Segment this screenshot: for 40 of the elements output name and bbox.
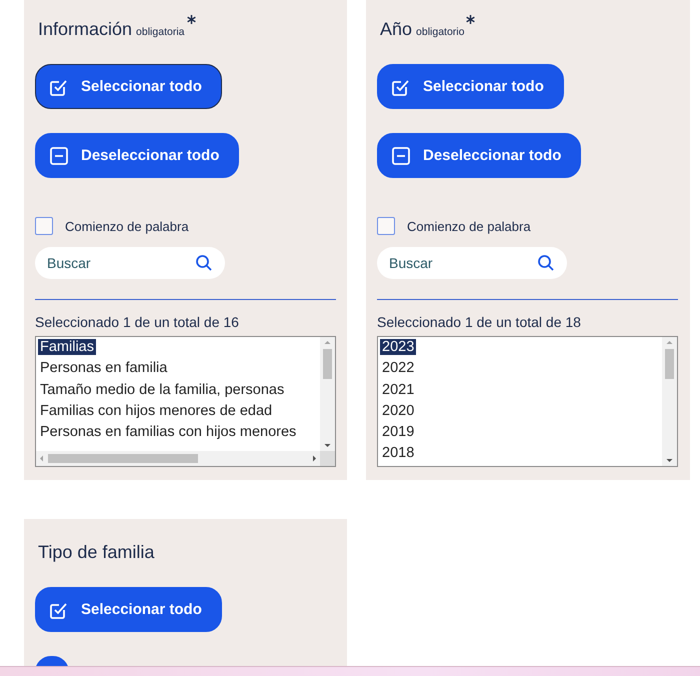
select-all-button[interactable]: Seleccionar todo — [377, 64, 564, 109]
selection-count: Seleccionado 1 de un total de 16 — [35, 314, 239, 330]
list-option[interactable]: 2022 — [380, 358, 662, 380]
word-start-checkbox[interactable] — [35, 217, 53, 235]
checkbox-label: Comienzo de palabra — [65, 218, 189, 234]
selection-count: Seleccionado 1 de un total de 18 — [377, 314, 581, 330]
panel-title: Año — [380, 19, 412, 40]
search-field[interactable]: Buscar — [35, 247, 225, 279]
deselect-all-button[interactable]: Deseleccionar todo — [377, 133, 582, 178]
list-option[interactable]: 2018 — [380, 443, 662, 465]
list-option[interactable]: Familias con hijos menores de edad — [38, 400, 320, 422]
deselect-all-button[interactable]: Deseleccionar todo — [35, 133, 240, 178]
select-all-button[interactable]: Seleccionar todo — [35, 587, 222, 632]
scrollbar-thumb[interactable] — [48, 454, 198, 463]
search-field[interactable]: Buscar — [377, 247, 567, 279]
checkbox-label: Comienzo de palabra — [407, 218, 531, 234]
scrollbar-thumb[interactable] — [323, 349, 332, 379]
list-option[interactable]: 2020 — [380, 400, 662, 422]
vertical-scrollbar[interactable] — [320, 337, 335, 451]
list-option[interactable]: 2023 — [380, 337, 662, 358]
search-icon — [537, 254, 555, 272]
panel-title: Tipo de familia — [38, 542, 154, 563]
minus-square-icon — [391, 146, 411, 166]
word-start-checkbox[interactable] — [377, 217, 395, 235]
panel-title: Información — [38, 19, 132, 40]
list-option[interactable]: Tamaño medio de la familia, personas — [38, 380, 320, 401]
list-option[interactable]: 2019 — [380, 422, 662, 444]
select-all-button[interactable]: Seleccionar todo — [35, 64, 222, 109]
required-note: obligatorio — [416, 26, 464, 38]
horizontal-scrollbar[interactable] — [36, 451, 335, 466]
list-option[interactable]: Familias — [38, 337, 320, 358]
scrollbar-corner — [320, 451, 335, 466]
minus-square-icon — [49, 146, 69, 166]
required-note: obligatoria — [136, 26, 184, 38]
list-option[interactable]: Personas en familia — [38, 358, 320, 380]
search-icon — [195, 254, 213, 272]
vertical-scrollbar[interactable] — [662, 337, 677, 466]
scrollbar-thumb[interactable] — [665, 349, 674, 379]
list-option[interactable]: Personas en familias con hijos menores — [38, 422, 320, 444]
list-option[interactable]: 2021 — [380, 380, 662, 401]
